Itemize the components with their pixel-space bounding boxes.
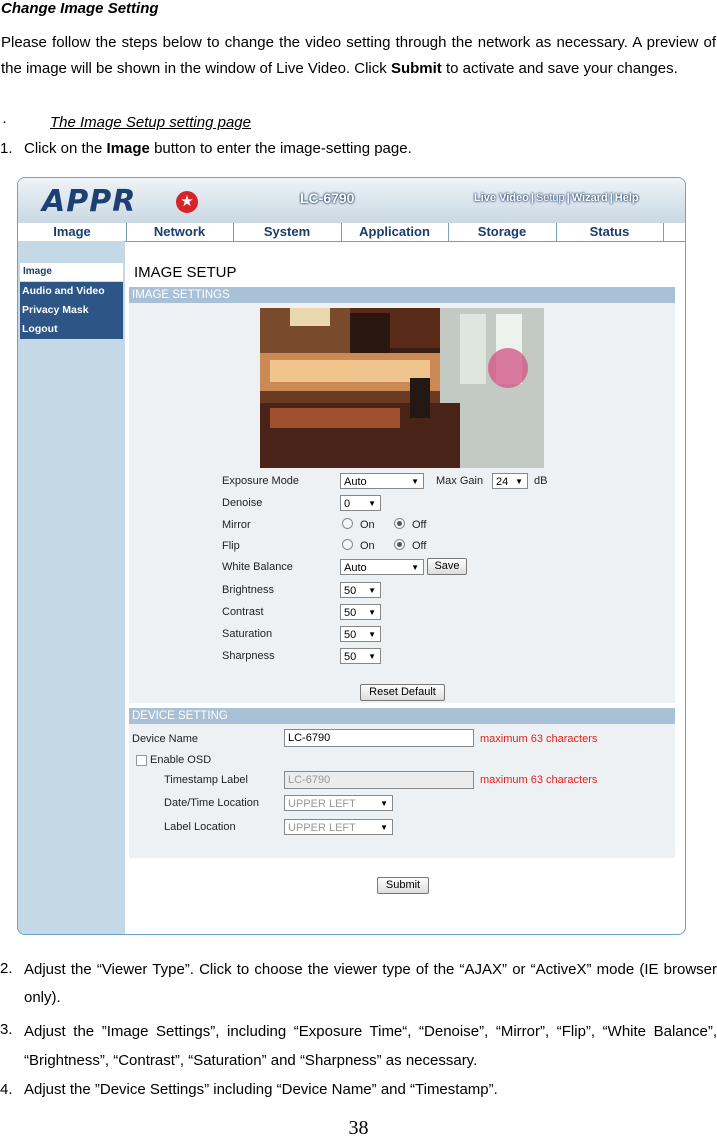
- device-name-hint: maximum 63 characters: [480, 733, 598, 745]
- exposure-mode-select[interactable]: Auto ▼: [340, 473, 424, 489]
- flip-off-label: Off: [412, 540, 427, 552]
- sidebar-item-privacy-mask[interactable]: Privacy Mask: [20, 301, 123, 320]
- page-heading: IMAGE SETUP: [134, 264, 237, 281]
- step-3: 3. Adjust the ”Image Settings”, includin…: [0, 1017, 717, 1073]
- link-live-video[interactable]: Live Video: [474, 192, 529, 204]
- sidebar-item-logout[interactable]: Logout: [20, 320, 123, 339]
- step-number: 3.: [0, 1021, 13, 1038]
- tab-image[interactable]: Image: [18, 223, 127, 241]
- tab-system[interactable]: System: [233, 223, 342, 241]
- dropdown-arrow-icon: ▼: [515, 477, 523, 486]
- dropdown-arrow-icon: ▼: [380, 799, 388, 808]
- step-number: 1.: [0, 140, 13, 157]
- model-name: LC-6790: [300, 190, 355, 206]
- image-settings-header: IMAGE SETTINGS: [129, 287, 675, 303]
- saturation-label: Saturation: [222, 628, 273, 640]
- intro-text-end: to activate and save your changes.: [441, 60, 678, 77]
- dropdown-arrow-icon: ▼: [368, 499, 376, 508]
- flip-label: Flip: [222, 540, 240, 552]
- max-gain-select[interactable]: 24 ▼: [492, 473, 528, 489]
- main-nav: Image Network System Application Storage…: [18, 223, 685, 242]
- step-text: Click on the Image button to enter the i…: [24, 140, 412, 157]
- tab-status[interactable]: Status: [556, 223, 664, 241]
- link-setup[interactable]: Setup: [536, 192, 565, 204]
- intro-paragraph: Please follow the steps below to change …: [1, 30, 716, 82]
- brightness-label: Brightness: [222, 584, 274, 596]
- top-links: Live Video | Setup | Wizard | Help: [474, 192, 639, 204]
- white-balance-label: White Balance: [222, 561, 293, 573]
- sidebar-item-image[interactable]: Image: [20, 263, 123, 281]
- section-title: Change Image Setting: [1, 0, 159, 17]
- timestamp-label-input[interactable]: LC-6790: [284, 771, 474, 789]
- bullet-heading: The Image Setup setting page: [50, 114, 251, 131]
- flip-on-label: On: [360, 540, 375, 552]
- tab-storage[interactable]: Storage: [448, 223, 557, 241]
- timestamp-label-hint: maximum 63 characters: [480, 774, 598, 786]
- enable-osd-checkbox[interactable]: [136, 755, 147, 766]
- datetime-location-select[interactable]: UPPER LEFT ▼: [284, 795, 393, 811]
- bullet-symbol: ·: [2, 113, 7, 130]
- dropdown-arrow-icon: ▼: [411, 477, 419, 486]
- step-1: 1. Click on the Image button to enter th…: [0, 136, 717, 162]
- dropdown-arrow-icon: ▼: [368, 608, 376, 617]
- dropdown-arrow-icon: ▼: [380, 823, 388, 832]
- logo-star-icon: ★: [176, 191, 198, 213]
- datetime-location-label: Date/Time Location: [164, 797, 259, 809]
- step-2: 2. Adjust the “Viewer Type”. Click to ch…: [0, 956, 717, 1008]
- flip-on-radio[interactable]: [342, 539, 353, 550]
- mirror-on-radio[interactable]: [342, 518, 353, 529]
- exposure-mode-label: Exposure Mode: [222, 475, 300, 487]
- tab-application[interactable]: Application: [341, 223, 449, 241]
- dropdown-arrow-icon: ▼: [368, 630, 376, 639]
- sharpness-select[interactable]: 50 ▼: [340, 648, 381, 664]
- sidebar-item-audio-video[interactable]: Audio and Video: [20, 282, 123, 301]
- brightness-select[interactable]: 50 ▼: [340, 582, 381, 598]
- step-text: Adjust the “Viewer Type”. Click to choos…: [24, 961, 717, 1006]
- contrast-label: Contrast: [222, 606, 264, 618]
- sharpness-label: Sharpness: [222, 650, 275, 662]
- max-gain-unit: dB: [534, 475, 548, 487]
- save-button[interactable]: Save: [427, 558, 467, 575]
- device-setting-header: DEVICE SETTING: [129, 708, 675, 724]
- appro-logo: APPR: [42, 184, 137, 219]
- mirror-label: Mirror: [222, 519, 251, 531]
- denoise-select[interactable]: 0 ▼: [340, 495, 381, 511]
- white-balance-select[interactable]: Auto ▼: [340, 559, 424, 575]
- live-preview-image: [260, 308, 544, 468]
- label-location-select[interactable]: UPPER LEFT ▼: [284, 819, 393, 835]
- timestamp-label-label: Timestamp Label: [164, 774, 248, 786]
- contrast-select[interactable]: 50 ▼: [340, 604, 381, 620]
- dropdown-arrow-icon: ▼: [411, 563, 419, 572]
- mirror-on-label: On: [360, 519, 375, 531]
- sidebar: Image Audio and Video Privacy Mask Logou…: [18, 241, 125, 934]
- label-location-label: Label Location: [164, 821, 236, 833]
- reset-default-button[interactable]: Reset Default: [360, 684, 445, 701]
- step-text: Adjust the ”Device Settings” including “…: [24, 1081, 498, 1098]
- max-gain-label: Max Gain: [436, 475, 484, 487]
- link-help[interactable]: Help: [615, 192, 639, 204]
- dropdown-arrow-icon: ▼: [368, 586, 376, 595]
- page-number: 38: [348, 1117, 369, 1139]
- submit-button[interactable]: Submit: [377, 877, 429, 894]
- step-number: 4.: [0, 1081, 13, 1098]
- device-name-label: Device Name: [132, 733, 199, 745]
- enable-osd-label: Enable OSD: [150, 754, 212, 766]
- header-banner: APPR ★ LC-6790 Live Video | Setup | Wizard | H…: [18, 178, 685, 225]
- step-text: Adjust the ”Image Settings”, including “…: [24, 1023, 717, 1069]
- mirror-off-radio[interactable]: [394, 518, 405, 529]
- step-4: 4. Adjust the ”Device Settings” includin…: [0, 1077, 717, 1103]
- link-wizard[interactable]: Wizard: [572, 192, 608, 204]
- device-name-input[interactable]: LC-6790: [284, 729, 474, 747]
- denoise-label: Denoise: [222, 497, 263, 509]
- mirror-off-label: Off: [412, 519, 427, 531]
- saturation-select[interactable]: 50 ▼: [340, 626, 381, 642]
- web-ui-screenshot: APPR ★ LC-6790 Live Video | Setup | Wizard | H…: [17, 177, 686, 935]
- intro-submit-word: Submit: [390, 60, 442, 77]
- tab-network[interactable]: Network: [126, 223, 234, 241]
- step-number: 2.: [0, 960, 13, 977]
- flip-off-radio[interactable]: [394, 539, 405, 550]
- dropdown-arrow-icon: ▼: [368, 652, 376, 661]
